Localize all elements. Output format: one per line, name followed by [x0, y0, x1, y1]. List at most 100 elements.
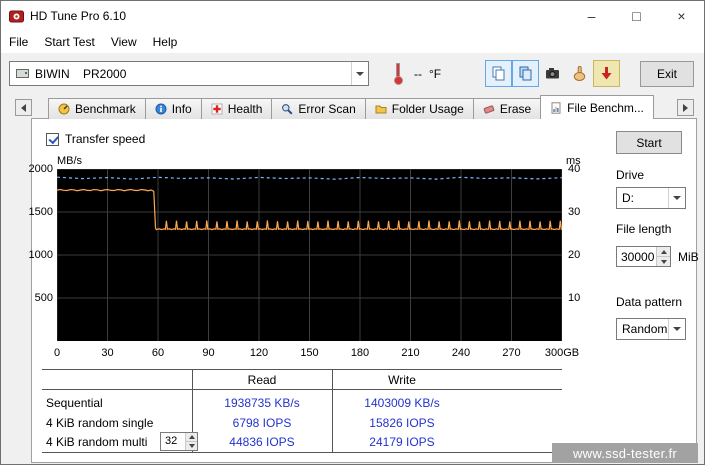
exit-button[interactable]: Exit	[640, 61, 694, 87]
menubar: File Start Test View Help	[1, 31, 704, 53]
menu-item-help[interactable]: Help	[145, 32, 186, 52]
tab-file-benchmark[interactable]: File Benchm...	[540, 95, 654, 119]
down-arrow-icon	[660, 259, 667, 264]
axis-tick-label: 2000	[28, 163, 53, 175]
tab-folder-usage[interactable]: Folder Usage	[364, 98, 474, 119]
menu-item-start-test[interactable]: Start Test	[36, 32, 102, 52]
start-button[interactable]: Start	[616, 131, 682, 154]
data-pattern-label: Data pattern	[616, 295, 683, 309]
tab-label: Benchmark	[75, 102, 136, 116]
spin-up-button[interactable]	[186, 433, 197, 441]
screenshot-button[interactable]	[539, 60, 566, 87]
axis-tick-label: 20	[568, 249, 581, 261]
column-header-write: Write	[388, 373, 416, 387]
row-label-sequential: Sequential	[46, 396, 103, 410]
tab-label: Erase	[499, 102, 532, 116]
temperature-unit: °F	[429, 67, 442, 81]
checkbox-checked-icon[interactable]	[46, 132, 59, 146]
transfer-speed-chart	[57, 169, 562, 341]
camera-icon	[546, 68, 559, 79]
axis-tick-label: 240	[451, 347, 471, 359]
drive-combo[interactable]: D:	[616, 187, 686, 209]
file-length-spinner[interactable]: 30000	[616, 246, 671, 267]
table-divider	[42, 369, 562, 370]
tab-error-scan[interactable]: Error Scan	[271, 98, 366, 119]
axis-tick-label: 0	[53, 347, 61, 359]
axis-tick-label: 40	[568, 163, 581, 175]
axis-tick-label: 120	[249, 347, 269, 359]
watermark: www.ssd-tester.fr	[552, 443, 698, 463]
chevron-down-icon[interactable]	[668, 319, 685, 339]
copy-clipboard-button[interactable]	[485, 60, 512, 87]
up-arrow-icon	[188, 435, 195, 439]
chevron-down-icon[interactable]	[668, 188, 685, 208]
minimize-button[interactable]: –	[569, 1, 614, 31]
magnifier-icon	[282, 104, 293, 115]
data-pattern-combo[interactable]: Random	[616, 318, 686, 340]
spin-down-button[interactable]	[657, 256, 670, 266]
hand-icon	[573, 66, 586, 81]
tab-health[interactable]: Health	[200, 98, 273, 119]
row-label-random-multi: 4 KiB random multi	[46, 435, 148, 449]
copy-icon	[492, 66, 505, 81]
maximize-button[interactable]: □	[614, 1, 659, 31]
folder-icon	[375, 105, 387, 114]
tabs: Benchmark Info Health Error Scan Folder …	[48, 95, 654, 119]
tab-benchmark[interactable]: Benchmark	[48, 98, 146, 119]
random-single-read-value: 6798 IOPS	[232, 416, 292, 430]
tabbar: Benchmark Info Health Error Scan Folder …	[1, 95, 704, 119]
file-benchmark-panel: Transfer speed Start MB/s ms Drive D: Fi…	[29, 118, 699, 463]
temperature-value: --	[414, 67, 422, 81]
tab-label: Folder Usage	[391, 102, 464, 116]
axis-tick-label: 30	[568, 206, 581, 218]
axis-tick-label: 60	[151, 347, 165, 359]
transfer-speed-label: Transfer speed	[65, 132, 146, 146]
thermometer-icon	[392, 63, 404, 85]
tab-label: Health	[227, 102, 263, 116]
axis-tick-label: 90	[202, 347, 215, 359]
tab-erase[interactable]: Erase	[472, 98, 542, 119]
y-left-axis-unit: MB/s	[57, 155, 83, 167]
drive-combo-value: D:	[622, 191, 634, 205]
axis-tick-label: 150	[300, 347, 319, 359]
results-table: Read Write Sequential 1938735 KB/s 14030…	[42, 369, 562, 453]
titlebar: HD Tune Pro 6.10 – □ ×	[1, 1, 704, 31]
menu-item-file[interactable]: File	[1, 32, 36, 52]
spin-up-button[interactable]	[657, 247, 670, 256]
spin-down-button[interactable]	[186, 441, 197, 450]
file-length-label: File length	[616, 222, 672, 236]
queue-depth-spinner[interactable]: 32	[160, 432, 198, 451]
chevron-down-icon[interactable]	[351, 62, 368, 85]
drive-icon	[16, 69, 29, 78]
random-multi-write-value: 24179 IOPS	[369, 435, 435, 449]
axis-tick-label: 30	[101, 347, 114, 359]
up-arrow-icon	[660, 249, 667, 254]
download-button[interactable]	[593, 60, 620, 87]
temperature-button[interactable]	[388, 61, 408, 87]
tab-scroll-left-button[interactable]	[15, 99, 32, 116]
file-length-unit: MiB	[678, 250, 699, 264]
data-pattern-value: Random	[622, 322, 668, 336]
tab-info[interactable]: Info	[144, 98, 202, 119]
close-button[interactable]: ×	[659, 1, 704, 31]
axis-tick-label: 300GB	[544, 347, 580, 359]
spinner-buttons	[656, 247, 670, 266]
app-icon	[9, 10, 24, 22]
down-arrow-icon	[188, 444, 195, 448]
random-multi-read-value: 44836 IOPS	[229, 435, 295, 449]
donate-button[interactable]	[566, 60, 593, 87]
menu-item-view[interactable]: View	[103, 32, 145, 52]
copy-file-icon	[519, 66, 532, 81]
drive-select-combo[interactable]: BIWIN PR2000	[9, 61, 369, 86]
copy-file-button[interactable]	[512, 60, 539, 87]
axis-tick-label: 10	[568, 292, 581, 304]
tab-scroll-right-button[interactable]	[677, 99, 694, 116]
window-controls: – □ ×	[569, 1, 704, 31]
transfer-speed-checkbox[interactable]: Transfer speed	[46, 132, 145, 146]
axis-tick-label: 1500	[28, 206, 53, 218]
hdtune-window: HD Tune Pro 6.10 – □ × File Start Test V…	[0, 0, 705, 465]
info-icon	[155, 103, 167, 115]
drive-select-value: BIWIN PR2000	[35, 66, 127, 81]
left-arrow-icon	[21, 103, 26, 112]
table-divider	[42, 452, 562, 453]
